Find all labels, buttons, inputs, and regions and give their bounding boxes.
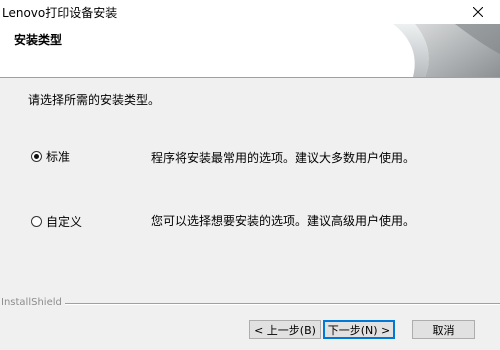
back-button[interactable]: < 上一步(B)	[249, 320, 321, 339]
window-title: Lenovo打印设备安装	[2, 6, 118, 20]
option-custom[interactable]: 自定义	[31, 213, 82, 230]
page-curl-graphic	[393, 24, 500, 77]
prompt-text: 请选择所需的安装类型。	[28, 93, 161, 107]
custom-radio[interactable]	[31, 216, 42, 227]
option-standard[interactable]: 标准	[31, 148, 70, 165]
divider	[60, 303, 500, 305]
close-button[interactable]	[456, 0, 500, 24]
header-banner: 安装类型	[0, 24, 500, 78]
page-title: 安装类型	[14, 33, 63, 47]
standard-radio[interactable]	[31, 151, 42, 162]
close-icon	[473, 7, 483, 17]
custom-label[interactable]: 自定义	[46, 213, 82, 230]
cancel-button[interactable]: 取消	[412, 320, 475, 339]
title-bar: Lenovo打印设备安装	[0, 0, 500, 24]
next-button[interactable]: 下一步(N) >	[323, 320, 395, 339]
standard-description: 程序将安装最常用的选项。建议大多数用户使用。	[151, 151, 416, 165]
installshield-brand: InstallShield	[1, 297, 65, 308]
standard-label[interactable]: 标准	[46, 148, 70, 165]
branding-line: InstallShield	[0, 297, 500, 311]
custom-description: 您可以选择想要安装的选项。建议高级用户使用。	[151, 214, 416, 228]
